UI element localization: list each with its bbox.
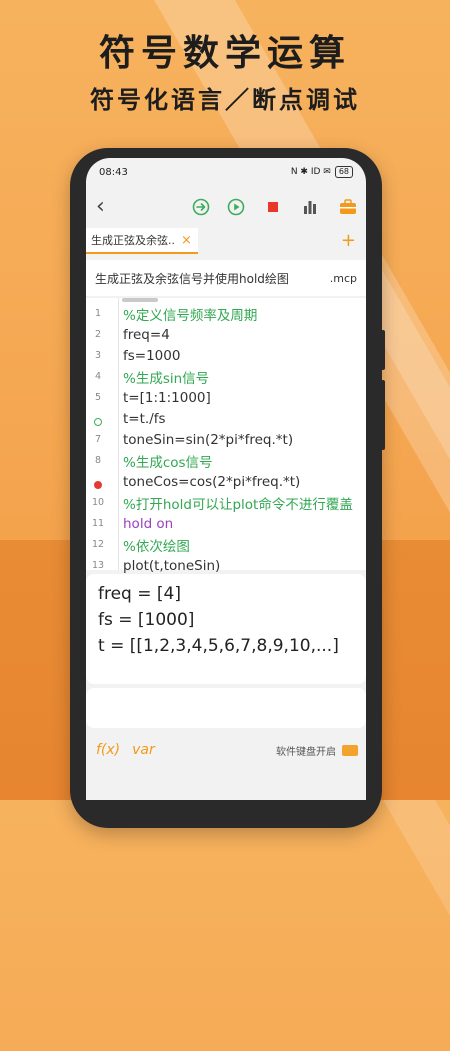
code-line[interactable]: 3 fs=1000 [86, 345, 366, 366]
status-icons: N ✱ ID ✉ 68 [291, 166, 353, 178]
tab-bar: 生成正弦及余弦.. × + [86, 228, 366, 256]
chart-icon[interactable] [299, 196, 321, 218]
code-line[interactable]: 13 plot(t,toneSin) [86, 555, 366, 576]
code-text: t=t./fs [123, 410, 166, 427]
keyboard-toggle-label[interactable]: 软件键盘开启 [276, 743, 336, 758]
output-console: freq = [4] fs = [1000] t = [[1,2,3,4,5,6… [86, 574, 366, 684]
line-number[interactable]: 3 [86, 350, 110, 361]
phone-side-button [381, 380, 385, 450]
code-line[interactable]: 1 %定义信号频率及周期 [86, 303, 366, 324]
code-line[interactable]: 7 toneSin=sin(2*pi*freq.*t) [86, 429, 366, 450]
status-icon-text: N ✱ ID ✉ [290, 167, 331, 177]
breakpoint-empty-icon[interactable]: 6 [86, 413, 110, 426]
code-text: freq=4 [123, 326, 170, 343]
code-text: %生成sin信号 [123, 370, 210, 387]
tab-label: 生成正弦及余弦.. [91, 234, 175, 247]
line-number[interactable]: 8 [86, 455, 110, 466]
line-number[interactable]: 10 [86, 497, 110, 508]
keyboard-icon[interactable] [342, 744, 358, 756]
code-text: hold on [123, 515, 174, 532]
line-number[interactable]: 7 [86, 434, 110, 445]
line-number[interactable]: 4 [86, 371, 110, 382]
code-line[interactable]: 6 t=t./fs [86, 408, 366, 429]
app-screen: 08:43 N ✱ ID ✉ 68 ‹ 生成正弦及余弦.. × + 生成正弦及余… [86, 158, 366, 800]
code-line[interactable]: 9 toneCos=cos(2*pi*freq.*t) [86, 471, 366, 492]
console-line: t = [[1,2,3,4,5,6,7,8,9,10,...] [98, 636, 339, 656]
file-extension: .mcp [329, 271, 357, 285]
code-text: plot(t,toneSin) [123, 557, 221, 574]
code-text: t=[1:1:1000] [123, 389, 211, 406]
code-text: toneSin=sin(2*pi*freq.*t) [123, 431, 294, 448]
code-line[interactable]: 12 %依次绘图 [86, 534, 366, 555]
code-text: %生成cos信号 [123, 454, 213, 471]
status-bar: 08:43 N ✱ ID ✉ 68 [86, 158, 366, 186]
scroll-indicator[interactable] [122, 298, 158, 302]
console-line: fs = [1000] [98, 610, 195, 630]
command-input[interactable] [86, 688, 366, 728]
phone-side-button [381, 330, 385, 370]
variable-button[interactable]: var [132, 742, 155, 758]
code-text: toneCos=cos(2*pi*freq.*t) [123, 473, 301, 490]
status-time: 08:43 [99, 166, 128, 178]
step-icon[interactable] [190, 196, 212, 218]
stop-icon[interactable] [262, 196, 284, 218]
close-icon[interactable]: × [181, 233, 192, 248]
line-number[interactable]: 5 [86, 392, 110, 403]
code-text: %依次绘图 [123, 538, 190, 555]
add-tab-icon[interactable]: + [341, 230, 356, 251]
toolbox-icon[interactable] [337, 196, 359, 218]
line-number[interactable]: 11 [86, 518, 110, 529]
toolbar: ‹ [86, 188, 366, 224]
code-text: %打开hold可以让plot命令不进行覆盖 [123, 496, 353, 513]
tab-active-file[interactable]: 生成正弦及余弦.. × [86, 228, 198, 254]
line-number[interactable]: 2 [86, 329, 110, 340]
code-line[interactable]: 5 t=[1:1:1000] [86, 387, 366, 408]
breakpoint-active-icon[interactable]: 9 [86, 476, 110, 489]
line-number[interactable]: 13 [86, 560, 110, 571]
play-icon[interactable] [225, 196, 247, 218]
promo-subtitle: 符号化语言／断点调试 [90, 86, 360, 114]
code-text: %定义信号频率及周期 [123, 307, 258, 324]
battery-icon: 68 [334, 166, 353, 178]
code-line[interactable]: 11 hold on [86, 513, 366, 534]
code-text: fs=1000 [123, 347, 181, 364]
file-header: 生成正弦及余弦信号并使用hold绘图 .mcp [86, 260, 366, 296]
bottom-bar: f(x) var 软件键盘开启 [86, 732, 366, 768]
file-description: 生成正弦及余弦信号并使用hold绘图 [95, 271, 289, 286]
promo-title: 符号数学运算 [98, 33, 351, 74]
code-line[interactable]: 4 %生成sin信号 [86, 366, 366, 387]
code-line[interactable]: 2 freq=4 [86, 324, 366, 345]
code-editor[interactable]: 1 %定义信号频率及周期 2 freq=4 3 fs=1000 4 %生成sin… [86, 298, 366, 574]
code-line[interactable]: 8 %生成cos信号 [86, 450, 366, 471]
line-number[interactable]: 1 [86, 308, 110, 319]
function-button[interactable]: f(x) [96, 742, 120, 758]
back-icon[interactable]: ‹ [96, 194, 105, 219]
console-line: freq = [4] [98, 584, 181, 604]
line-number[interactable]: 12 [86, 539, 110, 550]
code-line[interactable]: 10 %打开hold可以让plot命令不进行覆盖 [86, 492, 366, 513]
